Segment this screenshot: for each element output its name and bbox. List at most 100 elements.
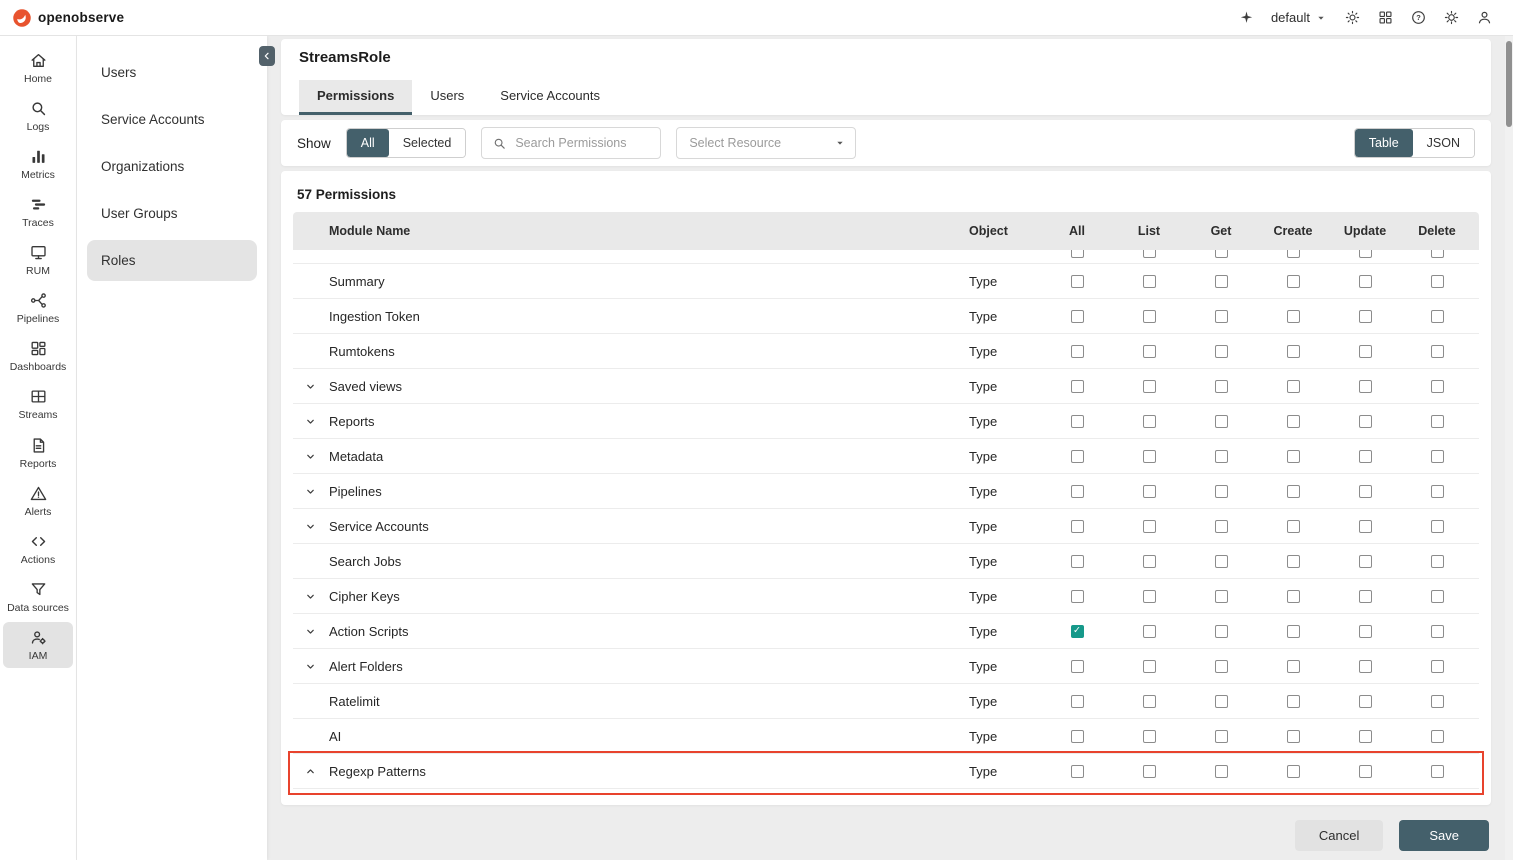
chevron-down-icon[interactable] bbox=[304, 520, 317, 533]
checkbox-get[interactable] bbox=[1215, 275, 1228, 288]
checkbox-get[interactable] bbox=[1215, 345, 1228, 358]
chevron-down-icon[interactable] bbox=[304, 590, 317, 603]
checkbox-list[interactable] bbox=[1143, 380, 1156, 393]
checkbox-all[interactable] bbox=[1071, 345, 1084, 358]
checkbox-update[interactable] bbox=[1359, 250, 1372, 258]
tab-permissions[interactable]: Permissions bbox=[299, 80, 412, 115]
account-icon[interactable] bbox=[1476, 9, 1493, 26]
checkbox-delete[interactable] bbox=[1431, 380, 1444, 393]
theme-toggle-icon[interactable] bbox=[1344, 9, 1361, 26]
scrollbar-thumb[interactable] bbox=[1506, 41, 1512, 127]
checkbox-delete[interactable] bbox=[1431, 660, 1444, 673]
checkbox-all[interactable] bbox=[1071, 765, 1084, 778]
checkbox-all[interactable] bbox=[1071, 485, 1084, 498]
checkbox-create[interactable] bbox=[1287, 450, 1300, 463]
checkbox-delete[interactable] bbox=[1431, 555, 1444, 568]
chevron-down-icon[interactable] bbox=[304, 485, 317, 498]
checkbox-get[interactable] bbox=[1215, 520, 1228, 533]
checkbox-list[interactable] bbox=[1143, 730, 1156, 743]
checkbox-update[interactable] bbox=[1359, 555, 1372, 568]
save-button[interactable]: Save bbox=[1399, 820, 1489, 851]
checkbox-list[interactable] bbox=[1143, 275, 1156, 288]
sidebar-item-rum[interactable]: RUM bbox=[3, 237, 73, 283]
checkbox-create[interactable] bbox=[1287, 380, 1300, 393]
checkbox-delete[interactable] bbox=[1431, 345, 1444, 358]
help-icon[interactable]: ? bbox=[1410, 9, 1427, 26]
checkbox-delete[interactable] bbox=[1431, 520, 1444, 533]
checkbox-get[interactable] bbox=[1215, 485, 1228, 498]
iam-menu-user-groups[interactable]: User Groups bbox=[87, 193, 257, 234]
checkbox-create[interactable] bbox=[1287, 415, 1300, 428]
tab-service-accounts[interactable]: Service Accounts bbox=[482, 80, 618, 115]
chevron-down-icon[interactable] bbox=[304, 380, 317, 393]
sidebar-item-alerts[interactable]: Alerts bbox=[3, 478, 73, 524]
checkbox-get[interactable] bbox=[1215, 310, 1228, 323]
checkbox-get[interactable] bbox=[1215, 625, 1228, 638]
tab-users[interactable]: Users bbox=[412, 80, 482, 115]
sidebar-item-metrics[interactable]: Metrics bbox=[3, 141, 73, 187]
checkbox-all[interactable] bbox=[1071, 275, 1084, 288]
checkbox-delete[interactable] bbox=[1431, 485, 1444, 498]
ai-sparkle-icon[interactable] bbox=[1238, 9, 1255, 26]
checkbox-all[interactable] bbox=[1071, 555, 1084, 568]
checkbox-update[interactable] bbox=[1359, 590, 1372, 603]
checkbox-update[interactable] bbox=[1359, 660, 1372, 673]
checkbox-get[interactable] bbox=[1215, 250, 1228, 258]
checkbox-all[interactable] bbox=[1071, 695, 1084, 708]
sidebar-item-pipelines[interactable]: Pipelines bbox=[3, 285, 73, 331]
checkbox-delete[interactable] bbox=[1431, 625, 1444, 638]
checkbox-get[interactable] bbox=[1215, 590, 1228, 603]
checkbox-update[interactable] bbox=[1359, 310, 1372, 323]
settings-gear-icon[interactable] bbox=[1443, 9, 1460, 26]
checkbox-get[interactable] bbox=[1215, 555, 1228, 568]
checkbox-delete[interactable] bbox=[1431, 415, 1444, 428]
checkbox-list[interactable] bbox=[1143, 345, 1156, 358]
checkbox-get[interactable] bbox=[1215, 415, 1228, 428]
checkbox-create[interactable] bbox=[1287, 695, 1300, 708]
page-scrollbar[interactable] bbox=[1505, 36, 1513, 860]
checkbox-list[interactable] bbox=[1143, 590, 1156, 603]
checkbox-get[interactable] bbox=[1215, 730, 1228, 743]
checkbox-list[interactable] bbox=[1143, 415, 1156, 428]
checkbox-list[interactable] bbox=[1143, 450, 1156, 463]
view-table[interactable]: Table bbox=[1355, 129, 1413, 157]
checkbox-all[interactable] bbox=[1071, 250, 1084, 258]
sidebar-item-iam[interactable]: IAM bbox=[3, 622, 73, 668]
checkbox-update[interactable] bbox=[1359, 450, 1372, 463]
checkbox-delete[interactable] bbox=[1431, 310, 1444, 323]
sidebar-item-data-sources[interactable]: Data sources bbox=[3, 574, 73, 620]
checkbox-create[interactable] bbox=[1287, 310, 1300, 323]
checkbox-get[interactable] bbox=[1215, 660, 1228, 673]
checkbox-create[interactable] bbox=[1287, 555, 1300, 568]
checkbox-update[interactable] bbox=[1359, 380, 1372, 393]
checkbox-get[interactable] bbox=[1215, 380, 1228, 393]
checkbox-all[interactable] bbox=[1071, 520, 1084, 533]
chevron-down-icon[interactable] bbox=[304, 450, 317, 463]
checkbox-all[interactable] bbox=[1071, 450, 1084, 463]
org-selector[interactable]: default bbox=[1271, 10, 1328, 25]
checkbox-get[interactable] bbox=[1215, 695, 1228, 708]
checkbox-list[interactable] bbox=[1143, 520, 1156, 533]
checkbox-list[interactable] bbox=[1143, 625, 1156, 638]
checkbox-list[interactable] bbox=[1143, 250, 1156, 258]
checkbox-list[interactable] bbox=[1143, 485, 1156, 498]
resource-select[interactable]: Select Resource bbox=[676, 127, 856, 159]
checkbox-list[interactable] bbox=[1143, 555, 1156, 568]
checkbox-create[interactable] bbox=[1287, 345, 1300, 358]
chevron-up-icon[interactable] bbox=[304, 765, 317, 778]
view-json[interactable]: JSON bbox=[1413, 129, 1474, 157]
iam-menu-roles[interactable]: Roles bbox=[87, 240, 257, 281]
checkbox-update[interactable] bbox=[1359, 695, 1372, 708]
checkbox-delete[interactable] bbox=[1431, 590, 1444, 603]
checkbox-delete[interactable] bbox=[1431, 275, 1444, 288]
chevron-down-icon[interactable] bbox=[304, 415, 317, 428]
iam-menu-users[interactable]: Users bbox=[87, 52, 257, 93]
checkbox-delete[interactable] bbox=[1431, 765, 1444, 778]
sidebar-item-logs[interactable]: Logs bbox=[3, 93, 73, 139]
checkbox-delete[interactable] bbox=[1431, 250, 1444, 258]
checkbox-all[interactable]: ✓ bbox=[1071, 625, 1084, 638]
checkbox-get[interactable] bbox=[1215, 450, 1228, 463]
checkbox-create[interactable] bbox=[1287, 590, 1300, 603]
chevron-down-icon[interactable] bbox=[304, 625, 317, 638]
checkbox-create[interactable] bbox=[1287, 660, 1300, 673]
